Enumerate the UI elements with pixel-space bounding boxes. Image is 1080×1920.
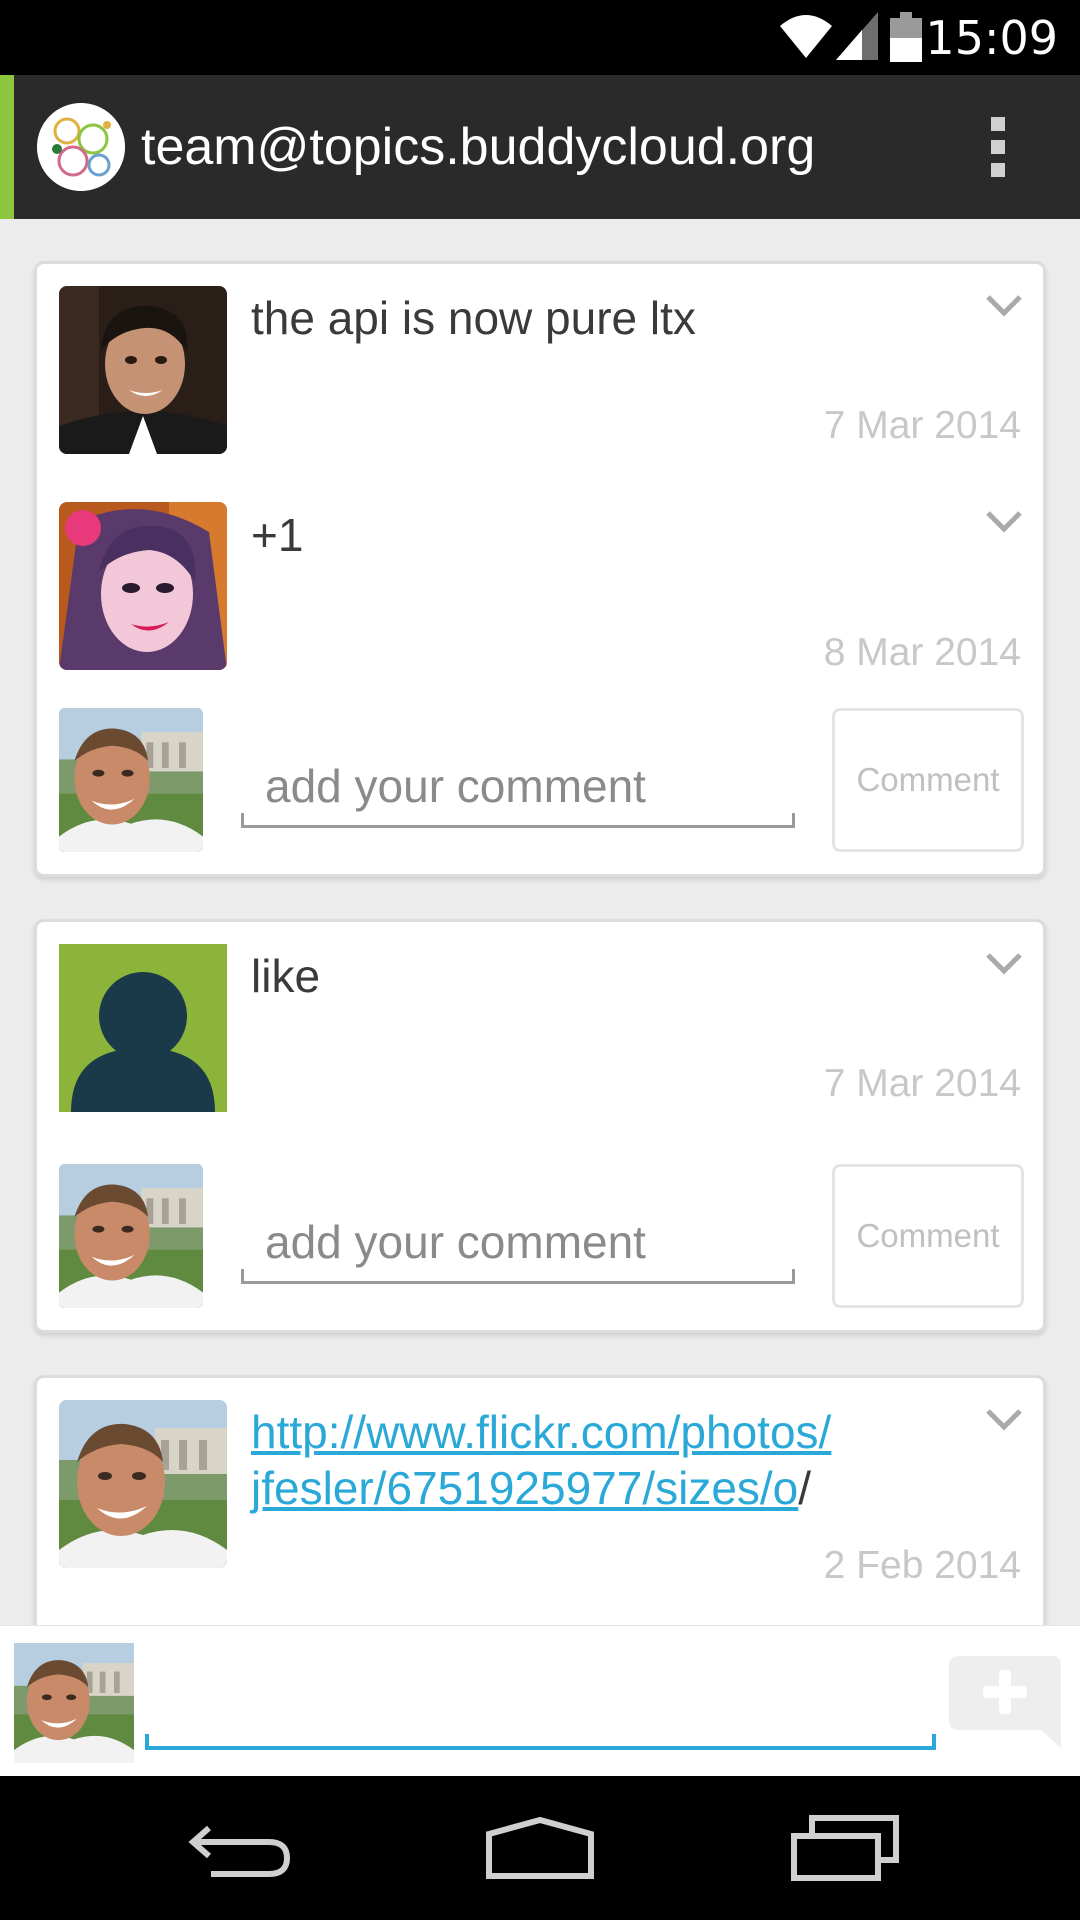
user-avatar xyxy=(59,708,203,852)
thread-card: the api is now pure ltx 7 Mar 2014 +1 8 … xyxy=(34,261,1046,877)
user-avatar xyxy=(14,1643,134,1763)
battery-icon xyxy=(890,12,922,62)
author-avatar[interactable] xyxy=(59,286,227,454)
chevron-down-icon[interactable] xyxy=(985,294,1023,318)
post-feed[interactable]: the api is now pure ltx 7 Mar 2014 +1 8 … xyxy=(0,219,1080,1625)
chevron-down-icon[interactable] xyxy=(985,952,1023,976)
new-post-input[interactable] xyxy=(145,1706,936,1750)
status-time: 15:09 xyxy=(925,11,1058,65)
comment-placeholder: add your comment xyxy=(265,1216,646,1268)
wifi-icon xyxy=(780,15,832,58)
comment-input[interactable]: add your comment xyxy=(241,754,795,828)
post-date: 8 Mar 2014 xyxy=(823,631,1021,674)
chevron-down-icon[interactable] xyxy=(985,1408,1023,1432)
status-bar: 15:09 xyxy=(0,0,1080,75)
author-avatar[interactable] xyxy=(59,502,227,670)
chevron-down-icon[interactable] xyxy=(985,510,1023,534)
post-link: http://www.flickr.com/photos/ jfesler/67… xyxy=(251,1404,831,1516)
author-avatar[interactable] xyxy=(59,944,227,1112)
comment-button[interactable]: Comment xyxy=(832,708,1024,852)
comment-button[interactable]: Comment xyxy=(832,1164,1024,1308)
navigation-bar xyxy=(0,1776,1080,1920)
comment-placeholder: add your comment xyxy=(265,760,646,812)
comment-input[interactable]: add your comment xyxy=(241,1210,795,1284)
post-link-suffix: / xyxy=(798,1462,812,1514)
post-text: +1 xyxy=(251,509,304,561)
cell-signal-icon xyxy=(836,12,878,60)
post-date: 7 Mar 2014 xyxy=(823,1062,1021,1105)
overflow-menu-icon[interactable] xyxy=(980,115,1014,179)
action-bar-accent xyxy=(0,75,14,219)
channel-avatar-icon[interactable] xyxy=(37,103,125,191)
back-icon[interactable] xyxy=(175,1806,305,1890)
new-post-icon[interactable] xyxy=(945,1652,1065,1752)
thread-card: like 7 Mar 2014 add your comment Comment xyxy=(34,919,1046,1333)
post-text: the api is now pure ltx xyxy=(251,292,696,344)
post-date: 7 Mar 2014 xyxy=(823,404,1021,447)
post-link-line[interactable]: jfesler/6751925977/sizes/o xyxy=(251,1462,798,1514)
post-date: 2 Feb 2014 xyxy=(823,1544,1021,1587)
compose-bar xyxy=(0,1625,1080,1776)
channel-title: team@topics.buddycloud.org xyxy=(141,118,816,176)
recent-apps-icon[interactable] xyxy=(780,1806,910,1890)
action-bar: team@topics.buddycloud.org xyxy=(0,75,1080,219)
author-avatar[interactable] xyxy=(59,1400,227,1568)
post-text: like xyxy=(251,950,321,1002)
home-icon[interactable] xyxy=(475,1806,605,1890)
user-avatar xyxy=(59,1164,203,1308)
post-link-line[interactable]: http://www.flickr.com/photos/ xyxy=(251,1406,831,1458)
thread-card: http://www.flickr.com/photos/ jfesler/67… xyxy=(34,1375,1046,1625)
